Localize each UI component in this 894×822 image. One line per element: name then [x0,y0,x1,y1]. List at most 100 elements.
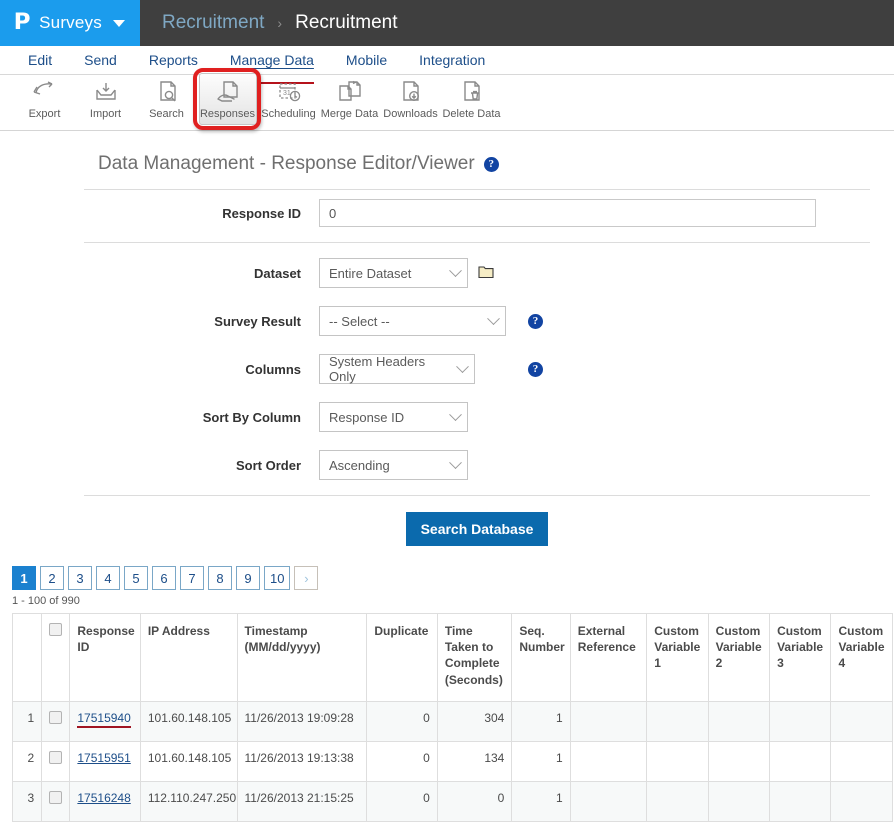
response-id-link[interactable]: 17516248 [77,791,130,805]
row-index: 1 [13,702,42,742]
data-toolbar: Export Import Search R [0,75,894,131]
page-button-9[interactable]: 9 [236,566,260,590]
toolbar-button-scheduling[interactable]: 31 Scheduling [258,75,319,127]
page-button-6[interactable]: 6 [152,566,176,590]
page-title: Data Management - Response Editor/Viewer… [84,131,870,189]
form-panel: Data Management - Response Editor/Viewer… [84,131,870,552]
select-all-checkbox[interactable] [49,623,62,636]
row-cv1 [647,782,708,822]
field-row-sort-by-column: Sort By Column Response ID [84,393,870,441]
breadcrumb-parent-link[interactable]: Recruitment [162,12,264,34]
label-survey-result: Survey Result [84,314,319,329]
breadcrumb: Recruitment › Recruitment [140,0,398,46]
page-button-5[interactable]: 5 [124,566,148,590]
header-response-id[interactable]: Response ID [70,614,140,702]
row-cv1 [647,702,708,742]
row-response-id-cell: 17515951 [70,742,140,782]
page-button-2[interactable]: 2 [40,566,64,590]
page-button-3[interactable]: 3 [68,566,92,590]
row-timestamp: 11/26/2013 21:15:25 [237,782,367,822]
row-external-ref [570,742,647,782]
row-cv4 [831,742,893,782]
label-columns: Columns [84,362,319,377]
nav-item-reports[interactable]: Reports [133,46,214,75]
nav-item-integration[interactable]: Integration [403,46,501,75]
table-row: 1 17515940 101.60.148.105 11/26/2013 19:… [13,702,893,742]
row-time-taken: 134 [437,742,512,782]
questionpro-logo-icon: P [14,12,31,34]
breadcrumb-separator-icon: › [277,15,282,31]
nav-item-mobile[interactable]: Mobile [330,46,403,75]
response-id-input[interactable] [319,199,816,227]
header-ip-address[interactable]: IP Address [140,614,237,702]
row-index: 3 [13,782,42,822]
sort-order-select[interactable]: Ascending [319,450,468,480]
scheduling-icon: 31 [274,79,304,105]
responses-table-wrapper: Response ID IP Address Timestamp (MM/dd/… [0,607,894,822]
search-doc-icon [152,79,182,105]
header-timestamp[interactable]: Timestamp (MM/dd/yyyy) [237,614,367,702]
row-checkbox-cell [42,702,70,742]
page-next-button[interactable]: › [294,566,318,590]
dataset-select[interactable]: Entire Dataset [319,258,468,288]
row-checkbox-cell [42,742,70,782]
header-custom-variable-1[interactable]: Custom Variable 1 [647,614,708,702]
responses-icon [213,79,243,105]
nav-item-edit[interactable]: Edit [12,46,68,75]
page-button-7[interactable]: 7 [180,566,204,590]
toolbar-button-downloads[interactable]: Downloads [380,75,441,127]
response-id-link[interactable]: 17515951 [77,751,130,765]
toolbar-button-import[interactable]: Import [75,75,136,127]
brand-label: Surveys [39,13,102,33]
table-row: 3 17516248 112.110.247.250 11/26/2013 21… [13,782,893,822]
folder-icon[interactable] [478,265,494,282]
row-ip: 101.60.148.105 [140,742,237,782]
search-database-button[interactable]: Search Database [406,512,549,546]
response-id-link[interactable]: 17515940 [77,711,130,728]
sort-by-column-select[interactable]: Response ID [319,402,468,432]
toolbar-label-scheduling: Scheduling [261,108,315,120]
table-header-row: Response ID IP Address Timestamp (MM/dd/… [13,614,893,702]
export-icon [30,79,60,105]
help-icon[interactable]: ? [528,314,543,329]
page-button-4[interactable]: 4 [96,566,120,590]
toolbar-button-responses[interactable]: Responses [197,75,258,127]
header-external-reference[interactable]: External Reference [570,614,647,702]
brand-surveys-menu[interactable]: P Surveys [0,0,140,46]
row-checkbox[interactable] [49,711,62,724]
page-button-1[interactable]: 1 [12,566,36,590]
page-button-8[interactable]: 8 [208,566,232,590]
pagination: 1 2 3 4 5 6 7 8 9 10 › [0,552,894,590]
row-seq: 1 [512,742,570,782]
row-checkbox[interactable] [49,751,62,764]
toolbar-button-merge-data[interactable]: Merge Data [319,75,380,127]
header-custom-variable-3[interactable]: Custom Variable 3 [770,614,831,702]
nav-item-manage-data[interactable]: Manage Data [214,46,330,75]
header-custom-variable-2[interactable]: Custom Variable 2 [708,614,769,702]
header-duplicate[interactable]: Duplicate [367,614,437,702]
header-custom-variable-4[interactable]: Custom Variable 4 [831,614,893,702]
row-cv3 [770,702,831,742]
columns-select[interactable]: System Headers Only [319,354,475,384]
row-cv1 [647,742,708,782]
columns-select-value: System Headers Only [329,354,448,384]
survey-result-select-value: -- Select -- [329,314,390,329]
row-duplicate: 0 [367,742,437,782]
label-response-id: Response ID [84,206,319,221]
nav-item-send[interactable]: Send [68,46,133,75]
help-icon[interactable]: ? [484,157,499,172]
header-time-taken[interactable]: Time Taken to Complete (Seconds) [437,614,512,702]
row-cv4 [831,782,893,822]
row-checkbox[interactable] [49,791,62,804]
help-icon[interactable]: ? [528,362,543,377]
toolbar-button-delete-data[interactable]: Delete Data [441,75,502,127]
survey-result-select[interactable]: -- Select -- [319,306,506,336]
header-seq-number[interactable]: Seq. Number [512,614,570,702]
search-button-row: Search Database [84,502,870,552]
row-cv2 [708,742,769,782]
row-index: 2 [13,742,42,782]
toolbar-button-export[interactable]: Export [14,75,75,127]
page-button-10[interactable]: 10 [264,566,290,590]
toolbar-label-delete-data: Delete Data [442,108,500,120]
toolbar-button-search[interactable]: Search [136,75,197,127]
